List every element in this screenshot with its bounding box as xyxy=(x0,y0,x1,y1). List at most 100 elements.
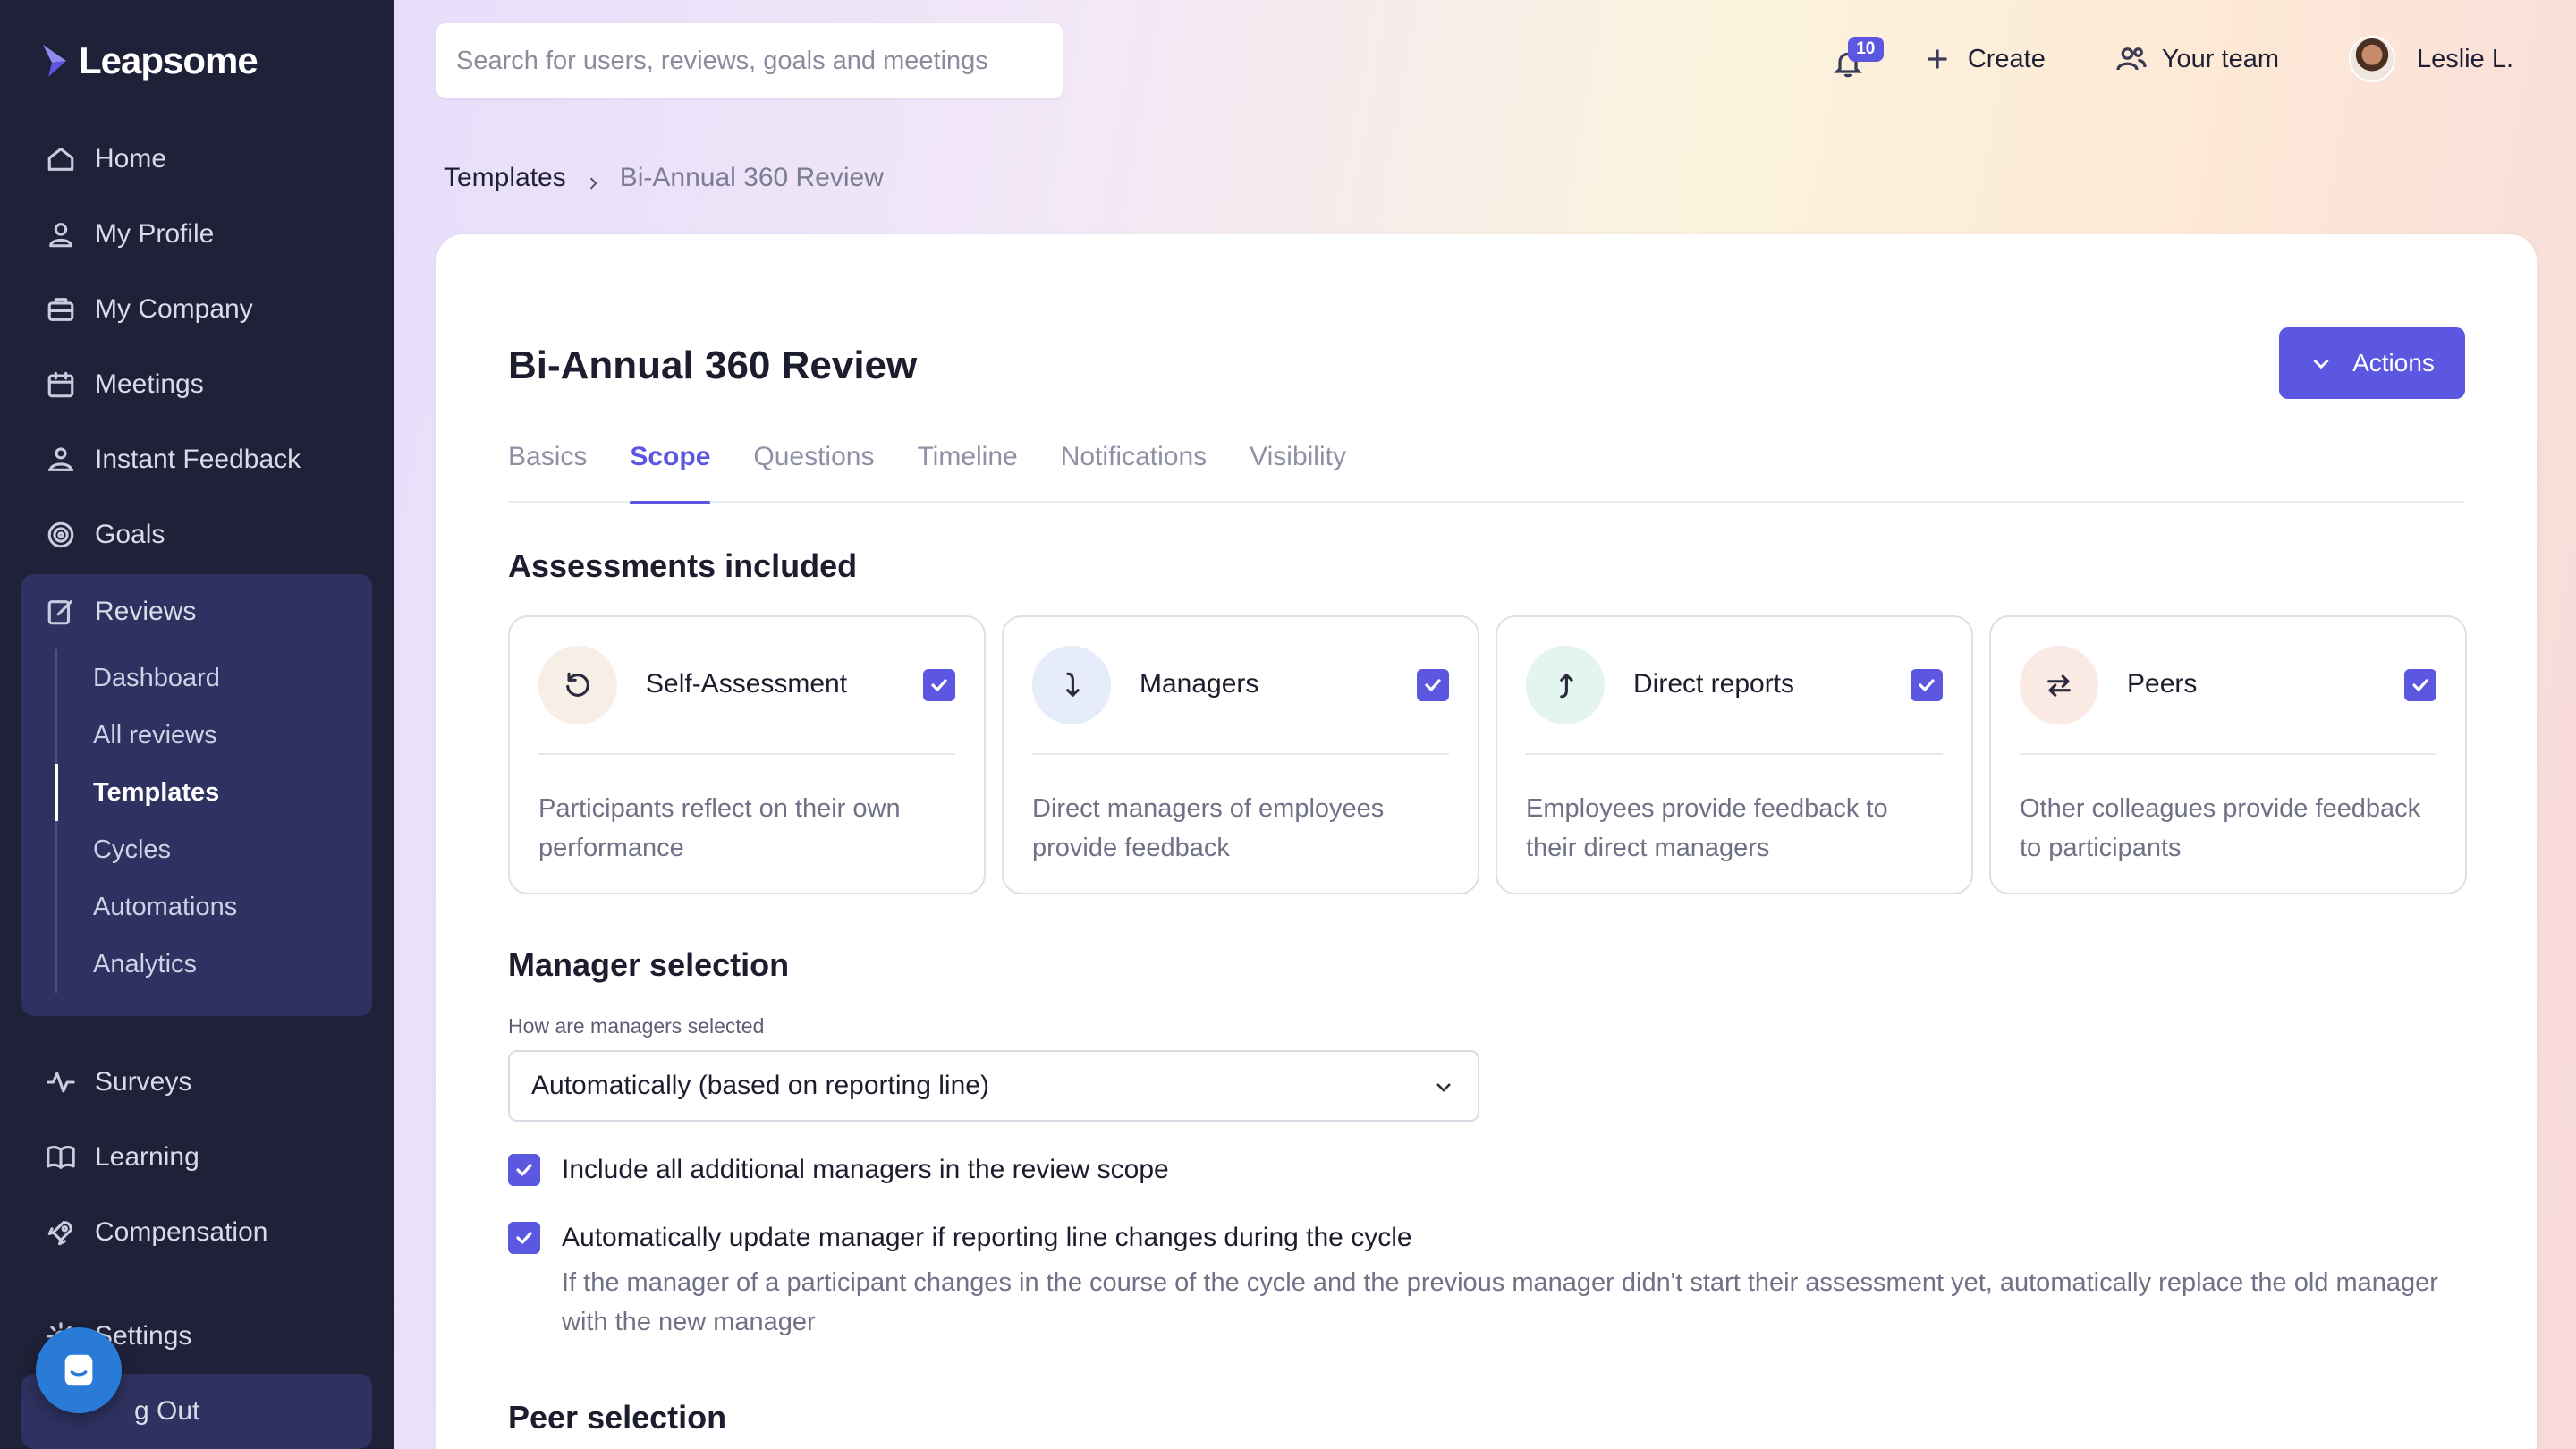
sidebar-item-label: Goals xyxy=(95,520,165,549)
book-icon xyxy=(45,1141,77,1174)
leapsome-logo-icon xyxy=(43,45,66,77)
tab-timeline[interactable]: Timeline xyxy=(917,424,1017,503)
subnav-all-reviews[interactable]: All reviews xyxy=(57,707,372,764)
notification-badge: 10 xyxy=(1847,37,1884,62)
tab-scope[interactable]: Scope xyxy=(630,424,711,504)
assessment-card-managers: Managers Direct managers of employees pr… xyxy=(1002,615,1479,894)
sidebar-item-my-company[interactable]: My Company xyxy=(21,272,372,347)
sidebar-item-label: Surveys xyxy=(95,1067,192,1097)
manager-selection-title: Manager selection xyxy=(508,946,790,983)
subnav-analytics[interactable]: Analytics xyxy=(57,936,372,993)
global-search[interactable] xyxy=(436,23,1063,98)
sidebar-item-my-profile[interactable]: My Profile xyxy=(21,197,372,272)
assessment-checkbox-direct-reports[interactable] xyxy=(1911,669,1943,701)
breadcrumb-current: Bi-Annual 360 Review xyxy=(619,163,884,192)
search-input[interactable] xyxy=(456,46,1063,76)
sidebar-item-label: My Company xyxy=(95,294,253,324)
rotate-ccw-icon xyxy=(538,646,617,724)
auto-update-manager-checkbox[interactable] xyxy=(508,1222,540,1254)
check-icon xyxy=(1425,679,1441,691)
sidebar-item-instant-feedback[interactable]: Instant Feedback xyxy=(21,422,372,497)
sidebar-item-label: My Profile xyxy=(95,219,215,249)
assessment-card-peers: Peers Other colleagues provide feedback … xyxy=(1989,615,2467,894)
divider xyxy=(1526,753,1943,755)
assessment-name: Peers xyxy=(2127,669,2198,699)
avatar xyxy=(2348,36,2395,82)
divider xyxy=(538,753,955,755)
reviews-subnav: Dashboard All reviews Templates Cycles A… xyxy=(55,649,372,993)
feedback-icon xyxy=(45,444,77,476)
check-icon xyxy=(2412,679,2428,691)
assessment-checkbox-managers[interactable] xyxy=(1417,669,1449,701)
target-icon xyxy=(45,519,77,551)
check-icon xyxy=(1919,679,1935,691)
create-button[interactable]: Create xyxy=(1921,43,2046,75)
app-name: Leapsome xyxy=(79,39,258,81)
assessment-checkbox-peers[interactable] xyxy=(2404,669,2436,701)
assessment-card-direct-reports: Direct reports Employees provide feedbac… xyxy=(1496,615,1973,894)
manager-selection-select[interactable]: Automatically (based on reporting line) xyxy=(508,1050,1479,1122)
tab-basics[interactable]: Basics xyxy=(508,424,587,503)
assessment-name: Direct reports xyxy=(1633,669,1795,699)
rocket-icon xyxy=(45,1216,77,1249)
sidebar-item-compensation[interactable]: Compensation xyxy=(21,1195,372,1270)
auto-update-help-text: If the manager of a participant changes … xyxy=(562,1268,2438,1336)
peer-selection-title: Peer selection xyxy=(508,1399,727,1436)
your-team-label: Your team xyxy=(2161,44,2279,73)
sidebar-item-label: Home xyxy=(95,144,167,174)
pulse-icon xyxy=(45,1066,77,1098)
breadcrumb-templates-link[interactable]: Templates xyxy=(444,163,566,193)
swap-icon xyxy=(2020,646,2098,724)
topbar-actions: 10 Create Your team Leslie L. xyxy=(1826,27,2576,91)
notifications-button[interactable]: 10 xyxy=(1826,37,1884,81)
tab-visibility[interactable]: Visibility xyxy=(1250,424,1346,503)
check-icon xyxy=(931,679,947,691)
subnav-dashboard[interactable]: Dashboard xyxy=(57,649,372,707)
sidebar-item-reviews[interactable]: Reviews xyxy=(21,574,372,649)
home-icon xyxy=(45,143,77,175)
sidebar-item-meetings[interactable]: Meetings xyxy=(21,347,372,422)
subnav-cycles[interactable]: Cycles xyxy=(57,821,372,878)
main-area: 10 Create Your team Leslie L. Templates … xyxy=(394,0,2576,1449)
chat-launcher-button[interactable] xyxy=(36,1327,122,1413)
template-card: Bi-Annual 360 Review Actions Basics Scop… xyxy=(436,234,2537,1449)
app-logo[interactable]: Leapsome xyxy=(39,39,258,82)
arrow-up-curve-icon xyxy=(1526,646,1605,724)
sidebar-item-learning[interactable]: Learning xyxy=(21,1120,372,1195)
subnav-templates[interactable]: Templates xyxy=(55,764,372,821)
plus-icon xyxy=(1928,49,1947,69)
tab-notifications[interactable]: Notifications xyxy=(1061,424,1207,503)
assessment-name: Managers xyxy=(1140,669,1259,699)
assessments-list: Self-Assessment Participants reflect on … xyxy=(508,615,2467,894)
actions-button[interactable]: Actions xyxy=(2279,327,2465,399)
sidebar-item-label: g Out xyxy=(134,1396,200,1426)
divider xyxy=(1032,753,1449,755)
template-tabs: Basics Scope Questions Timeline Notifica… xyxy=(508,424,2465,504)
sidebar: Leapsome Home My Profile My Company Meet… xyxy=(0,0,394,1449)
tab-questions[interactable]: Questions xyxy=(753,424,874,503)
your-team-button[interactable]: Your team xyxy=(2115,43,2279,75)
sidebar-item-label: Learning xyxy=(95,1142,199,1172)
divider xyxy=(2020,753,2436,755)
assessment-checkbox-self[interactable] xyxy=(923,669,955,701)
select-value: Automatically (based on reporting line) xyxy=(531,1071,989,1100)
arrow-down-curve-icon xyxy=(1032,646,1111,724)
chevron-right-icon xyxy=(584,169,602,190)
sidebar-item-label: Meetings xyxy=(95,369,204,399)
check-icon xyxy=(516,1164,532,1176)
sidebar-item-surveys[interactable]: Surveys xyxy=(21,1045,372,1120)
sidebar-item-goals[interactable]: Goals xyxy=(21,497,372,572)
page-title: Bi-Annual 360 Review xyxy=(508,343,918,387)
chevron-down-icon xyxy=(2313,359,2329,369)
subnav-automations[interactable]: Automations xyxy=(57,878,372,936)
include-additional-managers-checkbox[interactable] xyxy=(508,1154,540,1186)
manager-selection-label: How are managers selected xyxy=(508,1014,765,1038)
team-icon xyxy=(2116,47,2147,71)
sidebar-item-home[interactable]: Home xyxy=(21,122,372,197)
sidebar-item-label: Reviews xyxy=(95,597,197,626)
edit-icon xyxy=(45,596,77,628)
user-menu[interactable]: Leslie L. xyxy=(2348,36,2513,82)
sidebar-item-label: Compensation xyxy=(95,1217,268,1247)
